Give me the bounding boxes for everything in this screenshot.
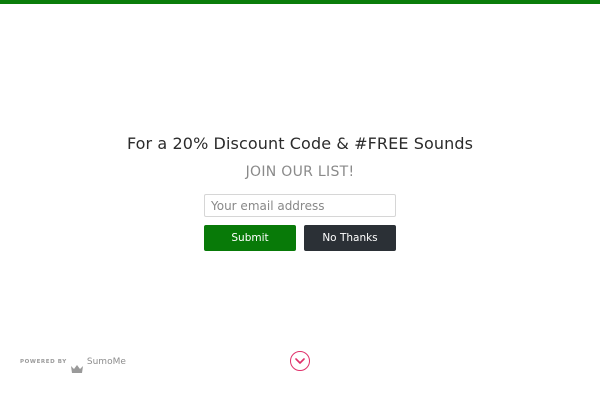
- no-thanks-button[interactable]: No Thanks: [304, 225, 396, 251]
- submit-button[interactable]: Submit: [204, 225, 296, 251]
- email-field[interactable]: [204, 194, 396, 217]
- powered-by-label: POWERED BY: [20, 359, 67, 365]
- crown-icon: [70, 358, 83, 373]
- powered-by-link[interactable]: POWERED BY SumoMe: [20, 355, 126, 373]
- brand-name: SumoMe: [86, 357, 126, 367]
- popup-subheadline: JOIN OUR LIST!: [245, 164, 355, 180]
- top-accent-bar: [0, 0, 600, 4]
- scroll-down-button[interactable]: [290, 351, 310, 371]
- chevron-down-icon: [295, 357, 305, 365]
- popup-headline: For a 20% Discount Code & #FREE Sounds: [126, 134, 474, 153]
